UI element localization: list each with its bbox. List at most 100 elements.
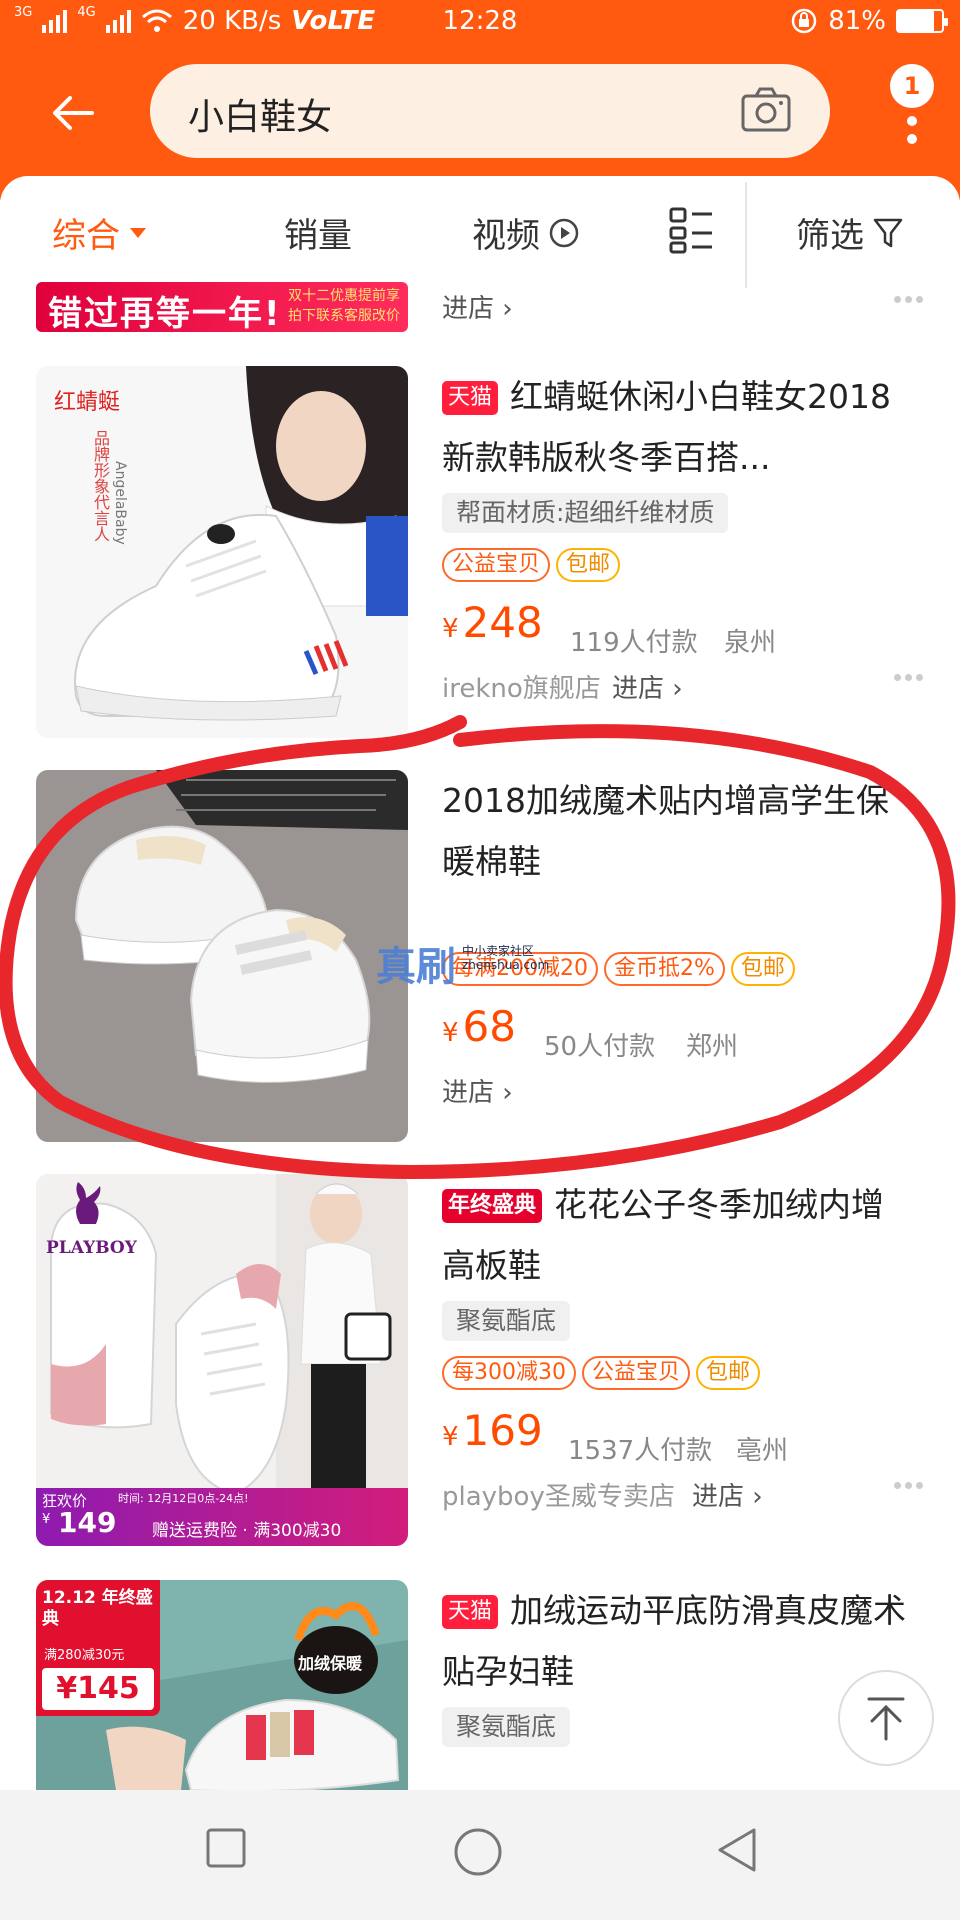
product-title[interactable]: 天猫 红蜻蜓休闲小白鞋女2018新款韩版秋冬季百搭... <box>442 366 912 488</box>
promo-bottom-text: 赠送运费险 · 满300减30 <box>152 1521 342 1541</box>
product-title[interactable]: 年终盛典 花花公子冬季加绒内增高板鞋 <box>442 1174 912 1296</box>
brand-logo-text: PLAYBOY <box>46 1238 137 1258</box>
banner-small-1: 双十二优惠提前享 <box>288 288 400 304</box>
location: 郑州 <box>686 1032 739 1062</box>
watermark-main: 真刷 <box>376 943 456 990</box>
shop-name: playboy圣威专卖店 <box>442 1482 675 1512</box>
rotation-lock-icon <box>791 8 817 34</box>
filter-funnel-icon <box>873 218 903 247</box>
buyer-count: 119人付款 <box>570 628 698 658</box>
promo-tag: 金币抵2% <box>604 952 725 986</box>
product-card[interactable]: 12.12 年终盛典 满280减30元 ¥145 加绒保暖 天猫 加绒运动平底防滑… <box>0 1580 960 1790</box>
dropdown-triangle-icon <box>130 227 146 238</box>
arrow-up-icon <box>867 1697 905 1741</box>
watermark: 真刷 中小卖家社区 zhenshua.com <box>376 934 549 992</box>
price: ¥248 <box>442 598 543 647</box>
promo-tag: 每300减30 <box>442 1356 576 1390</box>
back-to-top-button[interactable] <box>838 1670 934 1766</box>
spokesperson-text: 品牌形象代言人 <box>91 430 110 542</box>
recents-square-icon[interactable] <box>204 1826 248 1870</box>
search-bar[interactable]: 小白鞋女 <box>150 64 830 158</box>
promo-price: ¥145 <box>42 1668 154 1710</box>
banner-text: 错过再等一年! <box>48 294 282 332</box>
tmall-badge: 天猫 <box>442 381 499 415</box>
promo-tag: 包邮 <box>730 952 795 986</box>
spec-tag: 聚氨酯底 <box>442 1301 571 1341</box>
product-image[interactable] <box>36 770 408 1142</box>
year-end-badge: 年终盛典 <box>442 1189 543 1223</box>
watermark-sub-en: zhenshua.com <box>462 958 550 972</box>
product-image[interactable]: 12.12 年终盛典 满280减30元 ¥145 加绒保暖 <box>36 1580 408 1790</box>
store-link[interactable]: 进店 › <box>612 668 683 705</box>
status-bar: 3G 4G 20 KB/s VoLTE 12:28 81% <box>0 0 960 46</box>
product-card[interactable]: PLAYBOY 狂欢价 时间: 12月12日0点-24点! ¥ 149 赠送运费… <box>0 1174 960 1554</box>
promo-tag: 公益宝贝 <box>582 1356 691 1390</box>
brand-logo-text: 红蜻蜓 <box>54 390 121 415</box>
sort-bar: 综合 销量 视频 筛选 <box>0 176 960 288</box>
product-image[interactable]: 红蜻蜓 品牌形象代言人 AngelaBaby <box>36 366 408 738</box>
more-dot-icon <box>907 134 917 144</box>
banner-small-2: 拍下联系客服改价 <box>288 308 400 324</box>
notification-badge: 1 <box>890 64 934 108</box>
spec-tag: 聚氨酯底 <box>442 1707 571 1747</box>
back-arrow-icon[interactable] <box>48 88 98 138</box>
location: 亳州 <box>736 1436 789 1466</box>
battery-percent: 81% <box>828 6 886 36</box>
price: ¥169 <box>442 1406 543 1455</box>
divider <box>745 182 747 288</box>
event-badge: 12.12 年终盛典 满280减30元 ¥145 <box>36 1580 160 1716</box>
more-options-icon[interactable] <box>894 296 924 304</box>
price: ¥68 <box>442 1002 516 1051</box>
product-card[interactable]: 红蜻蜓 品牌形象代言人 AngelaBaby 天猫 红蜻蜓休闲小白鞋女2018新款… <box>0 366 960 746</box>
promo-strip: 狂欢价 时间: 12月12日0点-24点! ¥ 149 赠送运费险 · 满300… <box>36 1488 408 1546</box>
product-image[interactable]: PLAYBOY 狂欢价 时间: 12月12日0点-24点! ¥ 149 赠送运费… <box>36 1174 408 1546</box>
watermark-sub-cn: 中小卖家社区 <box>462 944 535 958</box>
tab-comprehensive[interactable]: 综合 <box>52 208 148 257</box>
promo-price: 149 <box>58 1506 117 1539</box>
playboy-bunny-icon <box>76 1182 101 1224</box>
system-nav-bar <box>0 1790 960 1920</box>
product-title[interactable]: 2018加绒魔术贴内增高学生保暖棉鞋 <box>442 770 912 892</box>
tab-label: 综合 <box>52 216 120 256</box>
tab-label: 视频 <box>472 216 540 256</box>
shop-name: irekno旗舰店 <box>442 674 601 704</box>
coupon-label: 满280减30元 <box>44 1648 125 1663</box>
promo-tags: 每300减30 公益宝贝 包邮 <box>442 1356 761 1390</box>
shoe-pair-image <box>36 770 408 1142</box>
promo-tag: 公益宝贝 <box>442 548 551 582</box>
buyer-count: 50人付款 <box>544 1032 656 1062</box>
spec-tag: 帮面材质:超细纤维材质 <box>442 493 729 533</box>
spokesperson-name: AngelaBaby <box>112 461 128 545</box>
more-options-icon[interactable] <box>894 674 924 682</box>
list-layout-icon[interactable] <box>668 206 716 254</box>
home-circle-icon[interactable] <box>452 1826 504 1878</box>
product-title[interactable]: 天猫 加绒运动平底防滑真皮魔术贴孕妇鞋 <box>442 1580 912 1702</box>
promo-tags: 公益宝贝 包邮 <box>442 548 621 582</box>
shoe-model-image <box>36 366 408 738</box>
buyer-count: 1537人付款 <box>568 1436 713 1466</box>
promo-tag: 包邮 <box>696 1356 761 1390</box>
more-options-icon[interactable] <box>894 1482 924 1490</box>
clock: 12:28 <box>442 6 518 36</box>
store-link[interactable]: 进店 › <box>442 1072 513 1109</box>
more-menu-button[interactable]: 1 <box>888 64 938 154</box>
event-label: 12.12 年终盛典 <box>42 1588 153 1629</box>
tab-sales[interactable]: 销量 <box>284 208 352 257</box>
more-dot-icon <box>907 116 917 126</box>
tmall-badge: 天猫 <box>442 1595 499 1629</box>
header-bar: 3G 4G 20 KB/s VoLTE 12:28 81% 小白鞋女 1 <box>0 0 960 200</box>
camera-icon[interactable] <box>740 86 792 134</box>
tab-label: 筛选 <box>796 216 864 256</box>
promo-banner[interactable]: 错过再等一年! 双十二优惠提前享 拍下联系客服改价 <box>36 282 408 332</box>
tab-video[interactable]: 视频 <box>472 208 580 257</box>
filter-button[interactable]: 筛选 <box>796 208 904 257</box>
store-link[interactable]: 进店 › <box>692 1476 763 1513</box>
battery-icon <box>896 9 948 33</box>
warm-tag: 加绒保暖 <box>298 1654 363 1673</box>
location: 泉州 <box>724 628 777 658</box>
back-triangle-icon[interactable] <box>714 1826 760 1874</box>
play-circle-icon <box>549 218 579 247</box>
store-link[interactable]: 进店 › <box>442 288 513 325</box>
search-query-text: 小白鞋女 <box>188 97 333 138</box>
promo-time: 时间: 12月12日0点-24点! <box>118 1492 249 1505</box>
